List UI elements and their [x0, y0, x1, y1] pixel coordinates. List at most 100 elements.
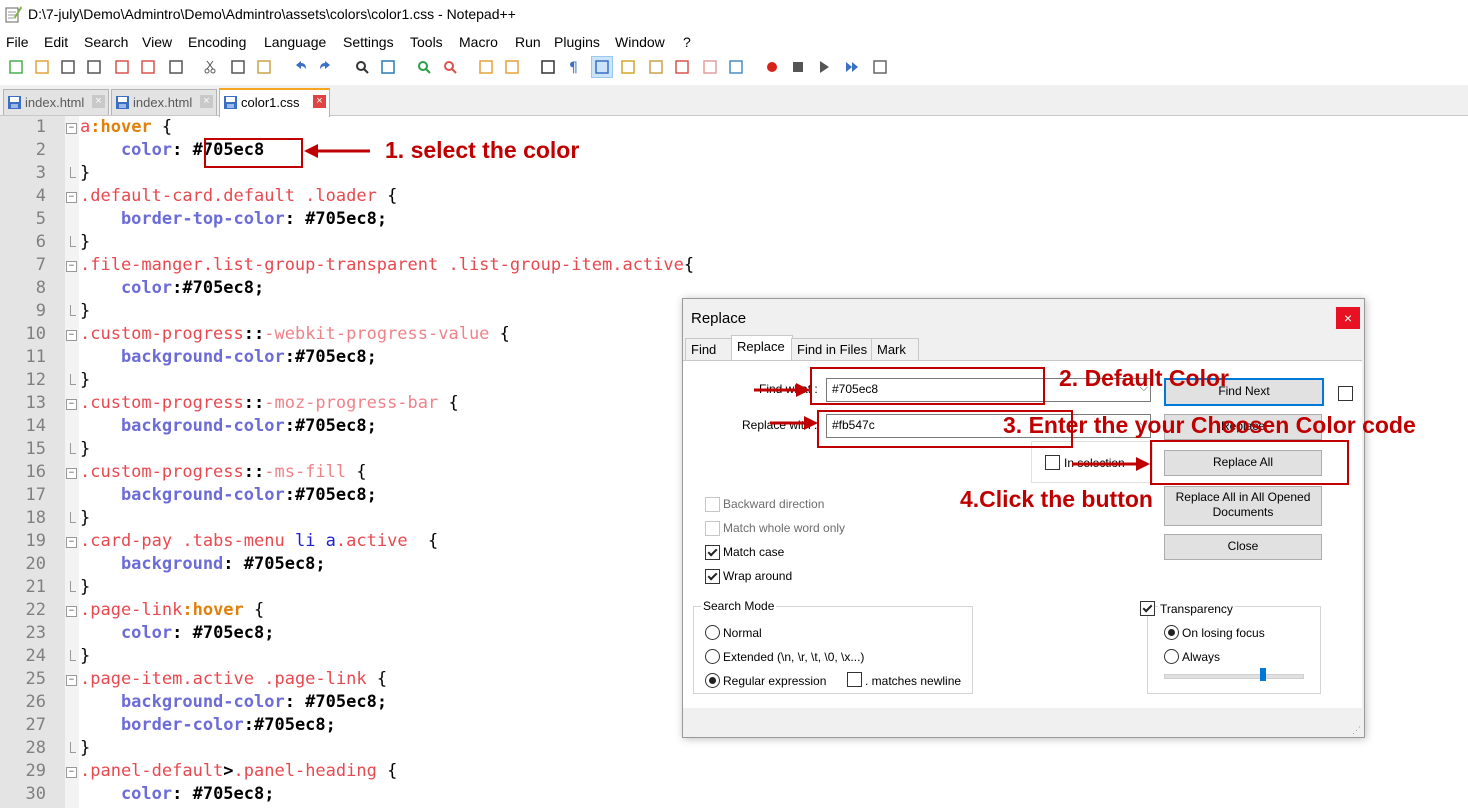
paste-icon[interactable]	[254, 57, 274, 77]
close-icon[interactable]	[112, 57, 132, 77]
code-line[interactable]: }	[80, 439, 90, 459]
fold-toggle-icon[interactable]: −	[66, 468, 77, 479]
menu-run[interactable]: Run	[515, 34, 541, 50]
always-radio[interactable]	[1164, 649, 1179, 664]
menu-language[interactable]: Language	[264, 34, 326, 50]
folder-workspace-icon[interactable]	[672, 57, 692, 77]
code-line[interactable]: .page-link:hover {	[80, 600, 264, 620]
menu-search[interactable]: Search	[84, 34, 128, 50]
tab-close-icon[interactable]: ×	[200, 95, 213, 108]
transparency-checkbox[interactable]	[1140, 601, 1155, 616]
save-all-icon[interactable]	[84, 57, 104, 77]
menu-file[interactable]: File	[6, 34, 29, 50]
transparency-slider-track[interactable]	[1164, 674, 1304, 679]
code-line[interactable]: .file-manger.list-group-transparent .lis…	[80, 255, 694, 275]
backward-direction-checkbox[interactable]	[705, 497, 720, 512]
tab-index-html-2[interactable]: index.html ×	[111, 89, 217, 115]
fold-toggle-icon[interactable]: −	[66, 330, 77, 341]
code-line[interactable]: color:#705ec8;	[80, 278, 264, 298]
fold-toggle-icon[interactable]: −	[66, 123, 77, 134]
code-line[interactable]: }	[80, 508, 90, 528]
monitor-icon[interactable]	[726, 57, 746, 77]
record-macro-icon[interactable]	[762, 57, 782, 77]
code-line[interactable]: color: #705ec8;	[80, 784, 275, 804]
menu-plugins[interactable]: Plugins	[554, 34, 600, 50]
function-list-icon[interactable]	[646, 57, 666, 77]
code-line[interactable]: border-color:#705ec8;	[80, 715, 336, 735]
normal-radio[interactable]	[705, 625, 720, 640]
code-line[interactable]: }	[80, 370, 90, 390]
fold-toggle-icon[interactable]: −	[66, 606, 77, 617]
run-macro-multiple-icon[interactable]	[842, 57, 862, 77]
zoom-in-icon[interactable]	[414, 57, 434, 77]
tab-color1-css[interactable]: color1.css ×	[219, 88, 330, 117]
zoom-out-icon[interactable]	[440, 57, 460, 77]
regular-expression-radio[interactable]	[705, 673, 720, 688]
tab-index-html-1[interactable]: index.html ×	[3, 89, 109, 115]
match-whole-word-checkbox[interactable]	[705, 521, 720, 536]
matches-newline-checkbox[interactable]	[847, 672, 862, 687]
print-icon[interactable]	[166, 57, 186, 77]
close-button[interactable]: Close	[1164, 534, 1322, 560]
fold-toggle-icon[interactable]: −	[66, 192, 77, 203]
fold-toggle-icon[interactable]: −	[66, 675, 77, 686]
code-line[interactable]: background-color:#705ec8;	[80, 416, 377, 436]
wrap-around-checkbox[interactable]	[705, 569, 720, 584]
tab-replace[interactable]: Replace	[731, 335, 793, 361]
code-line[interactable]: border-top-color: #705ec8;	[80, 209, 387, 229]
transparency-slider-thumb[interactable]	[1260, 668, 1267, 681]
tab-close-icon[interactable]: ×	[313, 95, 326, 108]
menu-settings[interactable]: Settings	[343, 34, 394, 50]
code-line[interactable]: }	[80, 232, 90, 252]
match-case-checkbox[interactable]	[705, 545, 720, 560]
resize-grip-icon[interactable]: ⋰	[1352, 725, 1362, 735]
tab-close-icon[interactable]: ×	[92, 95, 105, 108]
code-line[interactable]: }	[80, 738, 90, 758]
tab-find[interactable]: Find	[685, 338, 733, 361]
fold-toggle-icon[interactable]: −	[66, 399, 77, 410]
find-next-extra-checkbox[interactable]	[1338, 386, 1353, 401]
code-line[interactable]: background-color:#705ec8;	[80, 485, 377, 505]
tab-find-in-files[interactable]: Find in Files	[791, 338, 873, 361]
dialog-close-icon[interactable]: ×	[1336, 307, 1360, 329]
code-line[interactable]: .default-card.default .loader {	[80, 186, 397, 206]
menu-view[interactable]: View	[142, 34, 172, 50]
code-line[interactable]: .custom-progress::-webkit-progress-value…	[80, 324, 510, 344]
menu-window[interactable]: Window	[615, 34, 665, 50]
save-macro-icon[interactable]	[870, 57, 890, 77]
code-line[interactable]: }	[80, 163, 90, 183]
undo-icon[interactable]	[290, 57, 310, 77]
code-line[interactable]: .panel-default>.panel-heading {	[80, 761, 397, 781]
code-line[interactable]: a:hover {	[80, 117, 172, 137]
save-icon[interactable]	[58, 57, 78, 77]
code-line[interactable]: }	[80, 577, 90, 597]
in-selection-checkbox[interactable]	[1045, 455, 1060, 470]
show-all-chars-icon[interactable]: ¶	[564, 57, 584, 77]
stop-macro-icon[interactable]	[788, 57, 808, 77]
doc-list-icon[interactable]	[700, 57, 720, 77]
menu-tools[interactable]: Tools	[410, 34, 443, 50]
menu-help[interactable]: ?	[683, 34, 691, 50]
on-losing-focus-radio[interactable]	[1164, 625, 1179, 640]
indent-guide-icon[interactable]	[591, 56, 613, 78]
code-line[interactable]: background-color: #705ec8;	[80, 692, 387, 712]
sync-vertical-icon[interactable]	[476, 57, 496, 77]
fold-toggle-icon[interactable]: −	[66, 537, 77, 548]
cut-icon[interactable]	[200, 57, 220, 77]
word-wrap-icon[interactable]	[538, 57, 558, 77]
fold-toggle-icon[interactable]: −	[66, 767, 77, 778]
tab-mark[interactable]: Mark	[871, 338, 919, 361]
open-file-icon[interactable]	[32, 57, 52, 77]
find-icon[interactable]	[352, 57, 372, 77]
doc-map-icon[interactable]	[618, 57, 638, 77]
menu-macro[interactable]: Macro	[459, 34, 498, 50]
new-file-icon[interactable]	[6, 57, 26, 77]
code-line[interactable]: background-color:#705ec8;	[80, 347, 377, 367]
menu-encoding[interactable]: Encoding	[188, 34, 246, 50]
code-line[interactable]: .custom-progress::-moz-progress-bar {	[80, 393, 459, 413]
redo-icon[interactable]	[316, 57, 336, 77]
code-line[interactable]: .page-item.active .page-link {	[80, 669, 387, 689]
sync-horizontal-icon[interactable]	[502, 57, 522, 77]
code-line[interactable]: .custom-progress::-ms-fill {	[80, 462, 367, 482]
code-line[interactable]: .card-pay .tabs-menu li a.active {	[80, 531, 438, 551]
